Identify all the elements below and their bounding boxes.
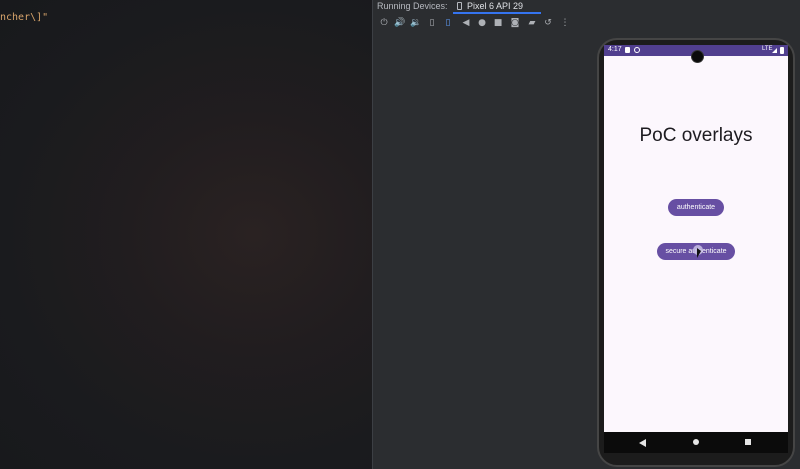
battery-icon <box>780 47 784 54</box>
power-icon[interactable]: ⏻ <box>377 16 391 30</box>
volume-up-icon[interactable]: 🔊 <box>393 16 407 30</box>
tab-pixel-6-api-29[interactable]: Pixel 6 API 29 <box>453 0 541 14</box>
app-title: PoC overlays <box>639 125 753 146</box>
mouse-cursor-icon <box>697 248 701 258</box>
phone-icon <box>457 2 462 10</box>
volume-down-icon[interactable]: 🔉 <box>409 16 423 30</box>
nav-home-icon[interactable] <box>693 439 699 445</box>
screenshot-icon[interactable]: ◙ <box>508 16 522 30</box>
network-type: LTE <box>762 46 773 52</box>
camera-cutout <box>691 50 704 63</box>
device-toolbar: ⏻ 🔊 🔉 ▯ ▯ ◀ ● ■ ◙ ▰ ↺ ⋮ <box>373 16 800 32</box>
notification-icon <box>634 47 640 53</box>
back-icon[interactable]: ◀ <box>459 16 473 30</box>
home-icon[interactable]: ● <box>475 16 489 30</box>
status-time: 4:17 <box>608 46 622 53</box>
signal-icon <box>772 48 777 53</box>
reset-icon[interactable]: ↺ <box>541 16 555 30</box>
nav-back-icon[interactable] <box>639 439 646 447</box>
code-line: ncher\]" <box>0 12 49 23</box>
panel-title: Running Devices: <box>377 1 448 11</box>
authenticate-button[interactable]: authenticate <box>668 199 724 216</box>
overview-icon[interactable]: ■ <box>491 16 505 30</box>
navigation-bar <box>604 432 788 453</box>
rotate-left-icon[interactable]: ▯ <box>425 16 439 30</box>
nav-recents-icon[interactable] <box>745 439 751 445</box>
tab-label: Pixel 6 API 29 <box>467 1 524 11</box>
more-icon[interactable]: ⋮ <box>558 16 572 30</box>
record-icon[interactable]: ▰ <box>525 16 539 30</box>
running-devices-header: Running Devices: Pixel 6 API 29 <box>373 0 800 14</box>
editor-pane: ncher\]" <box>0 0 372 469</box>
rotate-right-icon[interactable]: ▯ <box>441 16 455 30</box>
sim-icon <box>625 47 630 53</box>
